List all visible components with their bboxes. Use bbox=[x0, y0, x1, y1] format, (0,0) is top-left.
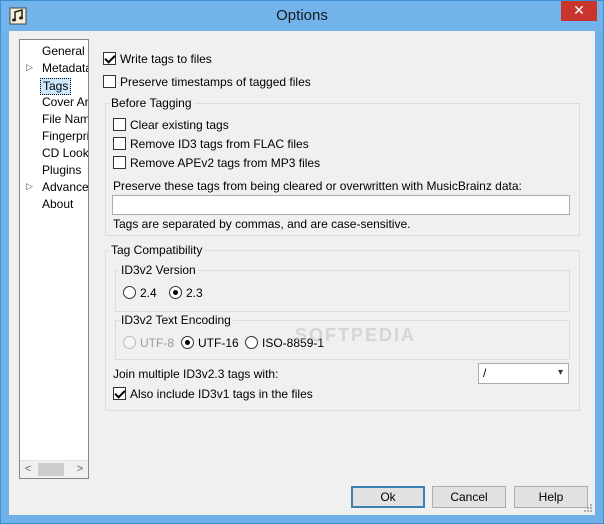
dialog-body: General ▷ Metadata Tags Cover Art File N… bbox=[9, 31, 595, 515]
encoding-utf8-radio[interactable] bbox=[123, 336, 136, 349]
version-24-radio[interactable] bbox=[123, 286, 136, 299]
preserve-timestamps-label[interactable]: Preserve timestamps of tagged files bbox=[120, 75, 311, 89]
tree-item-general[interactable]: General bbox=[42, 43, 85, 60]
join-separator-select[interactable]: / ▾ bbox=[478, 363, 569, 384]
encoding-utf16-label[interactable]: UTF-16 bbox=[198, 336, 239, 350]
tag-compatibility-title: Tag Compatibility bbox=[109, 243, 205, 257]
preserve-tags-label: Preserve these tags from being cleared o… bbox=[113, 179, 522, 193]
write-tags-checkbox[interactable] bbox=[103, 52, 116, 65]
write-tags-label[interactable]: Write tags to files bbox=[120, 52, 212, 66]
encoding-utf8-label[interactable]: UTF-8 bbox=[140, 336, 174, 350]
window-title: Options bbox=[276, 7, 328, 24]
watermark: SOFTPEDIA bbox=[295, 325, 417, 345]
remove-apev2-mp3-checkbox[interactable] bbox=[113, 156, 126, 169]
preserve-tags-hint: Tags are separated by commas, and are ca… bbox=[113, 217, 411, 231]
scroll-left-icon[interactable]: < bbox=[21, 461, 35, 478]
remove-id3-flac-label[interactable]: Remove ID3 tags from FLAC files bbox=[130, 137, 309, 151]
include-id3v1-label[interactable]: Also include ID3v1 tags in the files bbox=[130, 387, 313, 401]
clear-existing-tags-checkbox[interactable] bbox=[113, 118, 126, 131]
resize-grip-icon[interactable] bbox=[583, 503, 593, 513]
tree-item-cd-lookup[interactable]: CD Lookup bbox=[42, 145, 88, 162]
encoding-iso-radio[interactable] bbox=[245, 336, 258, 349]
join-separator-value: / bbox=[483, 366, 487, 380]
close-button[interactable]: ✕ bbox=[561, 1, 597, 21]
preserve-timestamps-checkbox[interactable] bbox=[103, 75, 116, 88]
id3v2-encoding-title: ID3v2 Text Encoding bbox=[119, 313, 233, 327]
preserve-tags-input[interactable] bbox=[112, 195, 570, 215]
options-window: Options ✕ General ▷ Metadata Tags Cover … bbox=[0, 0, 604, 524]
id3v2-version-title: ID3v2 Version bbox=[119, 263, 198, 277]
horizontal-scrollbar[interactable]: < > bbox=[20, 460, 88, 478]
remove-apev2-mp3-label[interactable]: Remove APEv2 tags from MP3 files bbox=[130, 156, 320, 170]
version-24-label[interactable]: 2.4 bbox=[140, 286, 157, 300]
encoding-utf16-radio[interactable] bbox=[181, 336, 194, 349]
scroll-thumb[interactable] bbox=[38, 463, 64, 476]
expand-arrow-icon[interactable]: ▷ bbox=[26, 181, 33, 192]
tree-item-about[interactable]: About bbox=[42, 196, 73, 213]
ok-button[interactable]: Ok bbox=[351, 486, 425, 508]
before-tagging-title: Before Tagging bbox=[109, 96, 194, 110]
version-23-label[interactable]: 2.3 bbox=[186, 286, 203, 300]
chevron-down-icon: ▾ bbox=[557, 367, 563, 378]
join-tags-label: Join multiple ID3v2.3 tags with: bbox=[113, 367, 279, 381]
tree-item-advanced[interactable]: Advanced bbox=[42, 179, 88, 196]
expand-arrow-icon[interactable]: ▷ bbox=[26, 62, 33, 73]
tree-item-cover-art[interactable]: Cover Art bbox=[42, 94, 88, 111]
clear-existing-tags-label[interactable]: Clear existing tags bbox=[130, 118, 229, 132]
tree-item-metadata[interactable]: Metadata bbox=[42, 60, 88, 77]
tree-item-fingerprinting[interactable]: Fingerprinting bbox=[42, 128, 88, 145]
title-bar[interactable]: Options ✕ bbox=[1, 1, 603, 31]
options-tree[interactable]: General ▷ Metadata Tags Cover Art File N… bbox=[19, 39, 89, 479]
remove-id3-flac-checkbox[interactable] bbox=[113, 137, 126, 150]
tree-item-plugins[interactable]: Plugins bbox=[42, 162, 81, 179]
scroll-right-icon[interactable]: > bbox=[73, 461, 87, 478]
include-id3v1-checkbox[interactable] bbox=[113, 387, 126, 400]
help-button[interactable]: Help bbox=[514, 486, 588, 508]
tree-item-tags[interactable]: Tags bbox=[40, 78, 72, 95]
version-23-radio[interactable] bbox=[169, 286, 182, 299]
cancel-button[interactable]: Cancel bbox=[432, 486, 506, 508]
tree-item-file-naming[interactable]: File Naming bbox=[42, 111, 88, 128]
